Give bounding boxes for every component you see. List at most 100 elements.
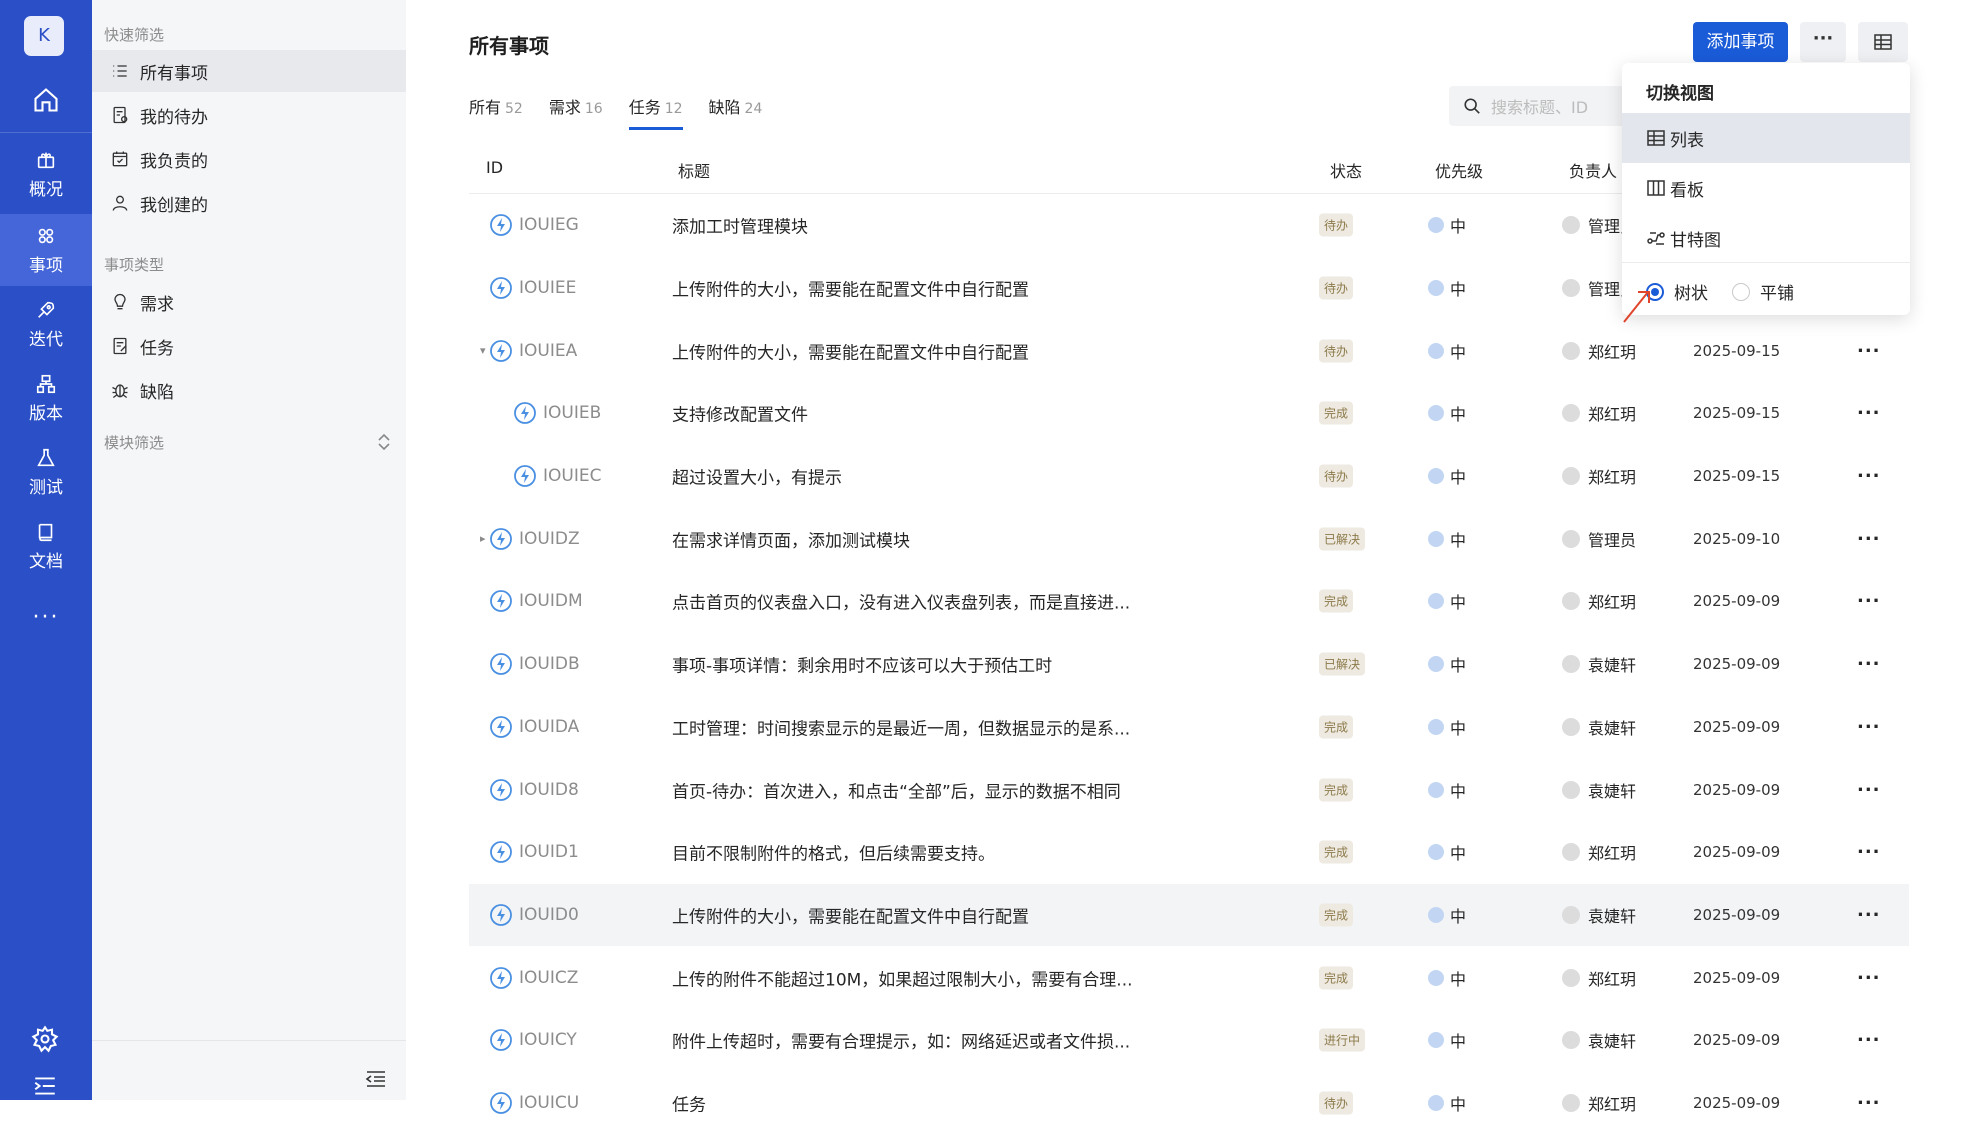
radio-tree-mode[interactable]: 树状 xyxy=(1646,279,1708,304)
priority-cell[interactable]: 中 xyxy=(1428,464,1466,488)
status-badge[interactable]: 已解决 xyxy=(1319,652,1366,676)
add-issue-button[interactable]: 添加事项 xyxy=(1693,22,1788,62)
owner-cell[interactable]: 郑红玥 xyxy=(1562,401,1636,425)
more-actions-button[interactable]: ··· xyxy=(1800,22,1846,62)
issue-id[interactable]: IOUIEG xyxy=(519,215,579,235)
row-more-button[interactable]: ··· xyxy=(1857,591,1881,612)
row-more-button[interactable]: ··· xyxy=(1857,466,1881,487)
owner-cell[interactable]: 郑红玥 xyxy=(1562,1091,1636,1115)
issue-title[interactable]: 超过设置大小，有提示 xyxy=(672,464,842,489)
column-header-owner[interactable]: 负责人 xyxy=(1569,158,1617,182)
column-header-status[interactable]: 状态 xyxy=(1330,158,1362,182)
tab-all[interactable]: 所有 52 xyxy=(469,94,523,134)
priority-cell[interactable]: 中 xyxy=(1428,652,1466,676)
status-badge[interactable]: 待办 xyxy=(1319,339,1354,363)
rail-item-overview[interactable]: 概况 xyxy=(0,138,92,210)
table-row[interactable]: IOUICU 任务 待办 中 郑红玥 2025-09-09 ··· xyxy=(469,1072,1909,1134)
issue-title[interactable]: 支持修改配置文件 xyxy=(672,401,808,426)
column-header-priority[interactable]: 优先级 xyxy=(1435,158,1483,182)
table-row[interactable]: IOUIDA 工时管理：时间搜索显示的是最近一周，但数据显示的是系... 完成 中 袁婕… xyxy=(469,696,1909,759)
table-row[interactable]: IOUIDM 点击首页的仪表盘入口，没有进入仪表盘列表，而是直接进... 完成 中 郑红… xyxy=(469,570,1909,633)
owner-cell[interactable]: 袁婕轩 xyxy=(1562,1028,1636,1052)
rail-item-testing[interactable]: 测试 xyxy=(0,436,92,508)
row-more-button[interactable]: ··· xyxy=(1857,528,1881,549)
status-badge[interactable]: 完成 xyxy=(1319,778,1354,802)
status-badge[interactable]: 完成 xyxy=(1319,966,1354,990)
collapse-sidebar-icon[interactable] xyxy=(364,1068,388,1090)
issue-id[interactable]: IOUICU xyxy=(519,1093,579,1113)
table-row[interactable]: IOUID0 上传附件的大小，需要能在配置文件中自行配置 完成 中 袁婕轩 2025-09… xyxy=(469,883,1909,947)
owner-cell[interactable]: 郑红玥 xyxy=(1562,840,1636,864)
status-badge[interactable]: 已解决 xyxy=(1319,527,1366,551)
table-row[interactable]: IOUID8 首页-待办：首次进入，和点击“全部”后，显示的数据不相同 完成 中 袁婕轩… xyxy=(469,758,1909,821)
issue-title[interactable]: 点击首页的仪表盘入口，没有进入仪表盘列表，而是直接进... xyxy=(672,589,1130,614)
priority-cell[interactable]: 中 xyxy=(1428,401,1466,425)
owner-cell[interactable]: 郑红玥 xyxy=(1562,966,1636,990)
issue-id[interactable]: IOUIDB xyxy=(519,654,580,674)
issue-id[interactable]: IOUID0 xyxy=(519,905,579,925)
row-more-button[interactable]: ··· xyxy=(1857,716,1881,737)
sidebar-item-created-by-me[interactable]: 我创建的 xyxy=(92,182,406,224)
owner-cell[interactable]: 管理员 xyxy=(1562,527,1636,551)
caret-down-icon[interactable]: ▾ xyxy=(480,319,486,382)
status-badge[interactable]: 待办 xyxy=(1319,213,1354,237)
owner-cell[interactable]: 袁婕轩 xyxy=(1562,652,1636,676)
issue-id[interactable]: IOUIDZ xyxy=(519,529,580,549)
table-row[interactable]: ▸ IOUIDZ 在需求详情页面，添加测试模块 已解决 中 管理员 2025-09-10 ··… xyxy=(469,507,1909,570)
priority-cell[interactable]: 中 xyxy=(1428,778,1466,802)
issue-title[interactable]: 上传附件的大小，需要能在配置文件中自行配置 xyxy=(672,902,1029,927)
table-row[interactable]: IOUICZ 上传的附件不能超过10M，如果超过限制大小，需要有合理... 完成 中 郑… xyxy=(469,946,1909,1009)
issue-title[interactable]: 添加工时管理模块 xyxy=(672,213,808,238)
row-more-button[interactable]: ··· xyxy=(1857,654,1881,675)
issue-id[interactable]: IOUID8 xyxy=(519,780,579,800)
owner-cell[interactable]: 袁婕轩 xyxy=(1562,778,1636,802)
sidebar-item-assigned-to-me[interactable]: 我负责的 xyxy=(92,138,406,180)
home-button[interactable] xyxy=(0,70,92,130)
tab-task[interactable]: 任务 12 xyxy=(628,94,683,134)
priority-cell[interactable]: 中 xyxy=(1428,903,1466,927)
row-more-button[interactable]: ··· xyxy=(1857,779,1881,800)
issue-id[interactable]: IOUIEA xyxy=(519,341,577,361)
rail-item-versions[interactable]: 版本 xyxy=(0,362,92,434)
tab-bug[interactable]: 缺陷 24 xyxy=(709,94,763,134)
row-more-button[interactable]: ··· xyxy=(1857,967,1881,988)
row-more-button[interactable]: ··· xyxy=(1857,1030,1881,1051)
issue-title[interactable]: 上传的附件不能超过10M，如果超过限制大小，需要有合理... xyxy=(672,965,1133,990)
issue-id[interactable]: IOUICZ xyxy=(519,968,578,988)
issue-title[interactable]: 工时管理：时间搜索显示的是最近一周，但数据显示的是系... xyxy=(672,714,1130,739)
table-row[interactable]: IOUIEC 超过设置大小，有提示 待办 中 郑红玥 2025-09-15 ··· xyxy=(469,445,1909,508)
issue-title[interactable]: 在需求详情页面，添加测试模块 xyxy=(672,526,910,551)
avatar[interactable]: K xyxy=(24,16,64,56)
row-more-button[interactable]: ··· xyxy=(1857,403,1881,424)
priority-cell[interactable]: 中 xyxy=(1428,1028,1466,1052)
issue-id[interactable]: IOUIEE xyxy=(519,278,576,298)
rail-item-iterations[interactable]: 迭代 xyxy=(0,288,92,360)
gear-icon[interactable] xyxy=(31,1025,59,1053)
table-row[interactable]: IOUIEB 支持修改配置文件 完成 中 郑红玥 2025-09-15 ··· xyxy=(469,382,1909,445)
status-badge[interactable]: 完成 xyxy=(1319,401,1354,425)
issue-title[interactable]: 事项-事项详情：剩余用时不应该可以大于预估工时 xyxy=(672,652,1052,677)
issue-title[interactable]: 附件上传超时，需要有合理提示，如：网络延迟或者文件损... xyxy=(672,1028,1130,1053)
issue-id[interactable]: IOUIEC xyxy=(543,466,601,486)
sidebar-item-my-todo[interactable]: 我的待办 xyxy=(92,94,406,136)
caret-right-icon[interactable]: ▸ xyxy=(480,507,486,570)
priority-cell[interactable]: 中 xyxy=(1428,527,1466,551)
priority-cell[interactable]: 中 xyxy=(1428,589,1466,613)
owner-cell[interactable]: 袁婕轩 xyxy=(1562,715,1636,739)
table-row[interactable]: IOUICY 附件上传超时，需要有合理提示，如：网络延迟或者文件损... 进行中 中 袁… xyxy=(469,1009,1909,1072)
owner-cell[interactable]: 袁婕轩 xyxy=(1562,903,1636,927)
menu-fold-icon[interactable] xyxy=(32,1075,58,1097)
row-more-button[interactable]: ··· xyxy=(1857,340,1881,361)
chevron-updown-icon[interactable] xyxy=(376,432,392,452)
priority-cell[interactable]: 中 xyxy=(1428,1091,1466,1115)
table-row[interactable]: ▾ IOUIEA 上传附件的大小，需要能在配置文件中自行配置 待办 中 郑红玥 2025-0… xyxy=(469,319,1909,382)
row-more-button[interactable]: ··· xyxy=(1857,1092,1881,1113)
issue-id[interactable]: IOUIEB xyxy=(543,403,601,423)
issue-title[interactable]: 上传附件的大小，需要能在配置文件中自行配置 xyxy=(672,338,1029,363)
status-badge[interactable]: 待办 xyxy=(1319,1091,1354,1115)
rail-item-docs[interactable]: 文档 xyxy=(0,510,92,582)
status-badge[interactable]: 完成 xyxy=(1319,903,1354,927)
table-row[interactable]: IOUIDB 事项-事项详情：剩余用时不应该可以大于预估工时 已解决 中 袁婕轩 2025… xyxy=(469,633,1909,696)
view-switch-button[interactable] xyxy=(1858,22,1908,62)
rail-more-button[interactable]: ··· xyxy=(0,605,92,630)
